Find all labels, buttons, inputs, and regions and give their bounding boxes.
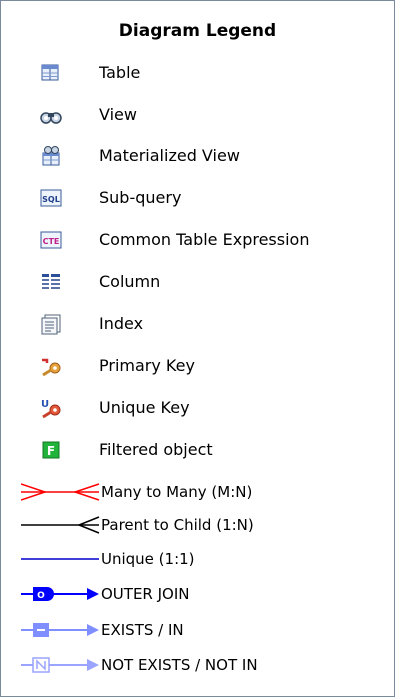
primary-key-icon: [39, 355, 63, 377]
legend-rel-unique: Unique (1:1): [21, 546, 381, 572]
filter-icon: F: [39, 439, 63, 461]
legend-rel-exists-in: EXISTS / IN: [21, 617, 381, 643]
cte-icon-text: CTE: [43, 237, 60, 246]
legend-item-sub-query: SQL Sub-query: [39, 185, 379, 211]
outer-join-icon: O: [21, 581, 101, 607]
legend-item-label: Primary Key: [99, 356, 195, 375]
sql-icon-text: SQL: [42, 195, 60, 204]
legend-item-table: Table: [39, 60, 379, 86]
legend-rel-many-to-many: Many to Many (M:N): [20, 479, 381, 505]
legend-item-primary-key: Primary Key: [39, 353, 379, 379]
legend-item-column: Column: [39, 269, 379, 295]
unique-line-icon: [21, 546, 101, 572]
legend-item-materialized-view: Materialized View: [39, 143, 379, 169]
legend-rel-outer-join: O OUTER JOIN: [21, 581, 381, 607]
legend-item-index: Index: [39, 311, 379, 337]
legend-item-label: View: [99, 105, 137, 124]
legend-item-label: Unique Key: [99, 398, 190, 417]
unique-key-letter: U: [41, 399, 49, 410]
materialized-view-icon: [39, 145, 63, 167]
not-exists-icon: [21, 652, 101, 678]
legend-rel-label: Unique (1:1): [101, 550, 195, 568]
legend-item-label: Filtered object: [99, 440, 213, 459]
outer-join-letter: O: [37, 591, 45, 601]
legend-item-label: Sub-query: [99, 188, 182, 207]
legend-item-label: Table: [99, 63, 141, 82]
many-to-many-line-icon: [20, 479, 101, 505]
legend-rel-not-exists: NOT EXISTS / NOT IN: [21, 652, 381, 678]
view-binoculars-icon: [39, 104, 63, 126]
legend-item-label: Column: [99, 272, 161, 291]
legend-item-label: Materialized View: [99, 146, 240, 165]
legend-rel-label: EXISTS / IN: [101, 621, 184, 639]
sql-subquery-icon: SQL: [39, 187, 63, 209]
legend-rel-label: OUTER JOIN: [101, 585, 190, 603]
table-icon: [39, 62, 63, 84]
legend-item-label: Index: [99, 314, 144, 333]
column-icon: [39, 271, 63, 293]
exists-in-icon: [21, 617, 101, 643]
legend-title: Diagram Legend: [118, 21, 277, 41]
legend-item-filtered-object: F Filtered object: [39, 437, 379, 463]
legend-item-cte: CTE Common Table Expression: [39, 227, 379, 253]
legend-item-unique-key: U Unique Key: [39, 395, 379, 421]
unique-key-icon: U: [39, 397, 63, 419]
cte-icon: CTE: [39, 229, 63, 251]
index-icon: [39, 313, 63, 335]
filter-icon-letter: F: [47, 444, 55, 458]
legend-rel-label: NOT EXISTS / NOT IN: [101, 656, 258, 674]
legend-item-view: View: [39, 102, 379, 128]
parent-child-line-icon: [21, 512, 101, 538]
legend-rel-parent-child: Parent to Child (1:N): [21, 512, 381, 538]
legend-rel-label: Many to Many (M:N): [101, 483, 253, 501]
legend-item-label: Common Table Expression: [99, 230, 310, 249]
legend-rel-label: Parent to Child (1:N): [101, 516, 254, 534]
diagram-legend: Diagram Legend Table View Materialized V…: [0, 0, 395, 697]
